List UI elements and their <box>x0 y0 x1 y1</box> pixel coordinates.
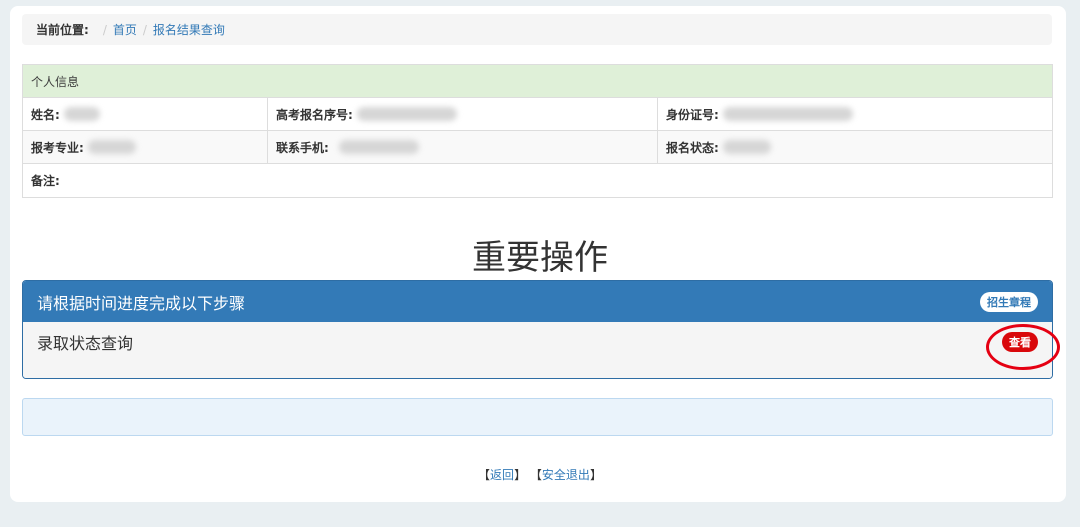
breadcrumb-separator: / <box>102 22 107 37</box>
major-cell: 报考专业: <box>23 131 268 163</box>
exam-no-cell: 高考报名序号: <box>268 98 658 130</box>
bracket: 【 <box>529 468 542 482</box>
phone-label: 联系手机: <box>276 140 329 155</box>
id-label: 身份证号: <box>666 107 719 122</box>
breadcrumb-home-link[interactable]: 首页 <box>113 21 137 38</box>
personal-info-table: 个人信息 姓名: 高考报名序号: 身份证号: 报考专业: 联系手机: 报名状态: <box>22 64 1053 198</box>
name-cell: 姓名: <box>23 98 268 130</box>
steps-panel: 请根据时间进度完成以下步骤 招生章程 录取状态查询 查看 <box>22 280 1053 379</box>
remark-cell: 备注: <box>23 164 1052 197</box>
status-cell: 报名状态: <box>658 131 1052 163</box>
logout-link[interactable]: 安全退出 <box>542 468 590 482</box>
personal-info-header: 个人信息 <box>23 65 1052 98</box>
name-label: 姓名: <box>31 107 60 122</box>
redacted-value <box>63 107 100 121</box>
status-label: 报名状态: <box>666 140 719 155</box>
redacted-value <box>722 140 771 154</box>
info-row: 姓名: 高考报名序号: 身份证号: <box>23 98 1052 131</box>
bracket: 【 <box>478 468 491 482</box>
redacted-value <box>87 140 136 154</box>
major-label: 报考专业: <box>31 140 84 155</box>
back-link[interactable]: 返回 <box>490 468 514 482</box>
exam-no-label: 高考报名序号: <box>276 107 353 122</box>
bracket: 】 <box>589 468 602 482</box>
id-cell: 身份证号: <box>658 98 1052 130</box>
redacted-value <box>338 140 419 154</box>
steps-panel-header: 请根据时间进度完成以下步骤 招生章程 <box>23 281 1052 322</box>
breadcrumb-current-link[interactable]: 报名结果查询 <box>153 21 225 38</box>
steps-panel-item: 录取状态查询 查看 <box>23 322 1052 378</box>
annotation-circle <box>986 324 1060 370</box>
breadcrumb: 当前位置: / 首页 / 报名结果查询 <box>22 14 1052 45</box>
redacted-value <box>356 107 457 121</box>
bracket: 】 <box>514 468 527 482</box>
steps-panel-heading: 请根据时间进度完成以下步骤 <box>37 293 246 313</box>
phone-cell: 联系手机: <box>268 131 658 163</box>
info-alert-box <box>22 398 1053 436</box>
breadcrumb-label: 当前位置: <box>36 23 89 37</box>
redacted-value <box>722 107 853 121</box>
footer-links: 【返回】 【安全退出】 <box>0 466 1080 483</box>
info-row: 报考专业: 联系手机: 报名状态: <box>23 131 1052 164</box>
admission-status-label: 录取状态查询 <box>37 334 134 353</box>
admission-rules-badge[interactable]: 招生章程 <box>980 291 1038 312</box>
section-title: 重要操作 <box>472 238 608 278</box>
remark-label: 备注: <box>31 174 60 188</box>
info-row: 备注: <box>23 164 1052 197</box>
breadcrumb-separator: / <box>142 22 147 37</box>
